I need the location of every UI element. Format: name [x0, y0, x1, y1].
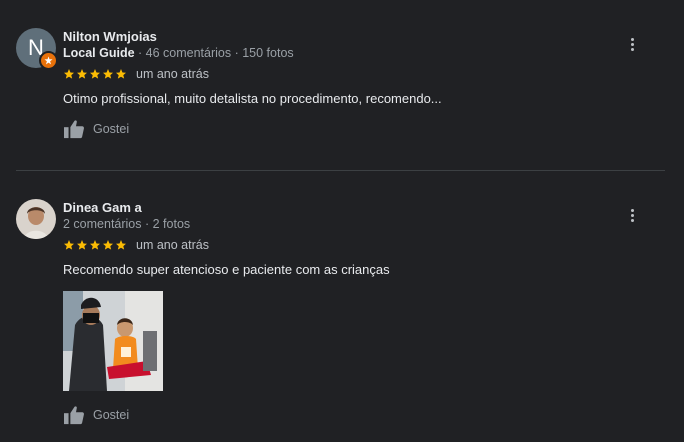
star-icon — [116, 69, 126, 79]
star-icon — [64, 240, 74, 250]
like-label: Gostei — [93, 122, 130, 136]
like-button[interactable]: Gostei — [63, 119, 129, 139]
avatar-photo — [16, 199, 56, 239]
star-icon — [90, 69, 100, 79]
review-text: Otimo profissional, muito detalista no p… — [63, 91, 442, 106]
review-time: um ano atrás — [136, 67, 209, 81]
thumbs-up-icon — [64, 406, 84, 425]
more-options-icon[interactable] — [622, 205, 642, 225]
rating-row: um ano atrás — [63, 238, 209, 252]
reviewer-stats: · 46 comentários · 150 fotos — [134, 46, 294, 60]
avatar[interactable] — [16, 199, 56, 239]
star-icon — [90, 240, 100, 250]
star-icon — [103, 69, 113, 79]
star-icon — [77, 69, 87, 79]
star-icon — [116, 240, 126, 250]
review-photo[interactable] — [63, 291, 163, 391]
review-text: Recomendo super atencioso e paciente com… — [63, 262, 390, 277]
thumbs-up-icon — [64, 120, 84, 139]
reviewer-meta: Local Guide · 46 comentários · 150 fotos — [63, 46, 294, 60]
rating-row: um ano atrás — [63, 67, 209, 81]
avatar[interactable]: N — [16, 28, 58, 70]
like-label: Gostei — [93, 408, 130, 422]
reviewer-name[interactable]: Nilton Wmjoias — [63, 29, 157, 44]
review-time: um ano atrás — [136, 238, 209, 252]
star-icon — [64, 69, 74, 79]
star-rating — [63, 68, 127, 80]
reviewer-name[interactable]: Dinea Gam a — [63, 200, 142, 215]
star-rating — [63, 239, 127, 251]
reviewer-stats: 2 comentários · 2 fotos — [63, 217, 191, 231]
star-icon — [77, 240, 87, 250]
more-options-icon[interactable] — [622, 34, 642, 54]
local-guide-label: Local Guide — [63, 46, 135, 60]
star-icon — [103, 240, 113, 250]
divider — [16, 170, 665, 171]
local-guide-badge-icon — [39, 51, 58, 70]
like-button[interactable]: Gostei — [63, 405, 129, 425]
